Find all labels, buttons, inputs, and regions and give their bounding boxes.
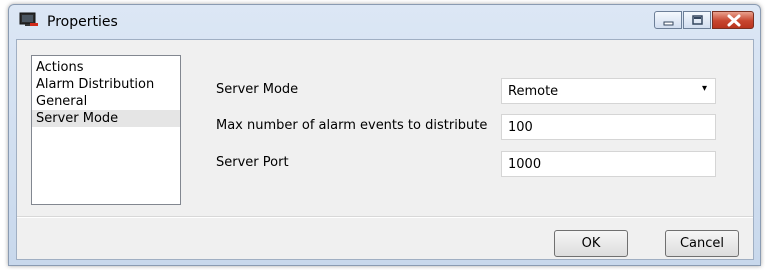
dropdown-arrow-icon: ▾	[701, 83, 707, 94]
server-mode-select[interactable]: Remote ▾	[501, 78, 716, 104]
server-mode-value: Remote	[508, 84, 559, 99]
list-item-alarm-distribution[interactable]: Alarm Distribution	[32, 76, 180, 93]
window-title: Properties	[47, 14, 118, 30]
monitor-app-icon	[19, 12, 39, 28]
close-icon	[727, 14, 741, 27]
minimize-button[interactable]	[654, 11, 682, 29]
max-events-input[interactable]	[501, 114, 716, 140]
server-mode-label: Server Mode	[216, 82, 299, 97]
list-item-server-mode[interactable]: Server Mode	[32, 110, 180, 127]
ok-button[interactable]: OK	[554, 230, 628, 257]
caption-buttons	[653, 11, 754, 29]
category-list[interactable]: Actions Alarm Distribution General Serve…	[31, 55, 181, 205]
max-events-label: Max number of alarm events to distribute	[216, 118, 488, 133]
cancel-button[interactable]: Cancel	[665, 230, 739, 257]
server-port-label: Server Port	[216, 155, 289, 170]
minimize-icon	[663, 21, 674, 26]
maximize-button[interactable]	[683, 11, 711, 29]
close-button[interactable]	[712, 11, 754, 29]
footer-divider-highlight	[17, 217, 753, 218]
server-port-input[interactable]	[501, 151, 716, 177]
title-bar[interactable]: Properties	[9, 5, 760, 39]
dialog-client-area: Actions Alarm Distribution General Serve…	[16, 39, 754, 260]
list-item-actions[interactable]: Actions	[32, 59, 180, 76]
list-item-general[interactable]: General	[32, 93, 180, 110]
properties-window: Properties Actions Alarm Distribution Ge…	[8, 4, 761, 266]
maximize-icon	[692, 15, 703, 25]
